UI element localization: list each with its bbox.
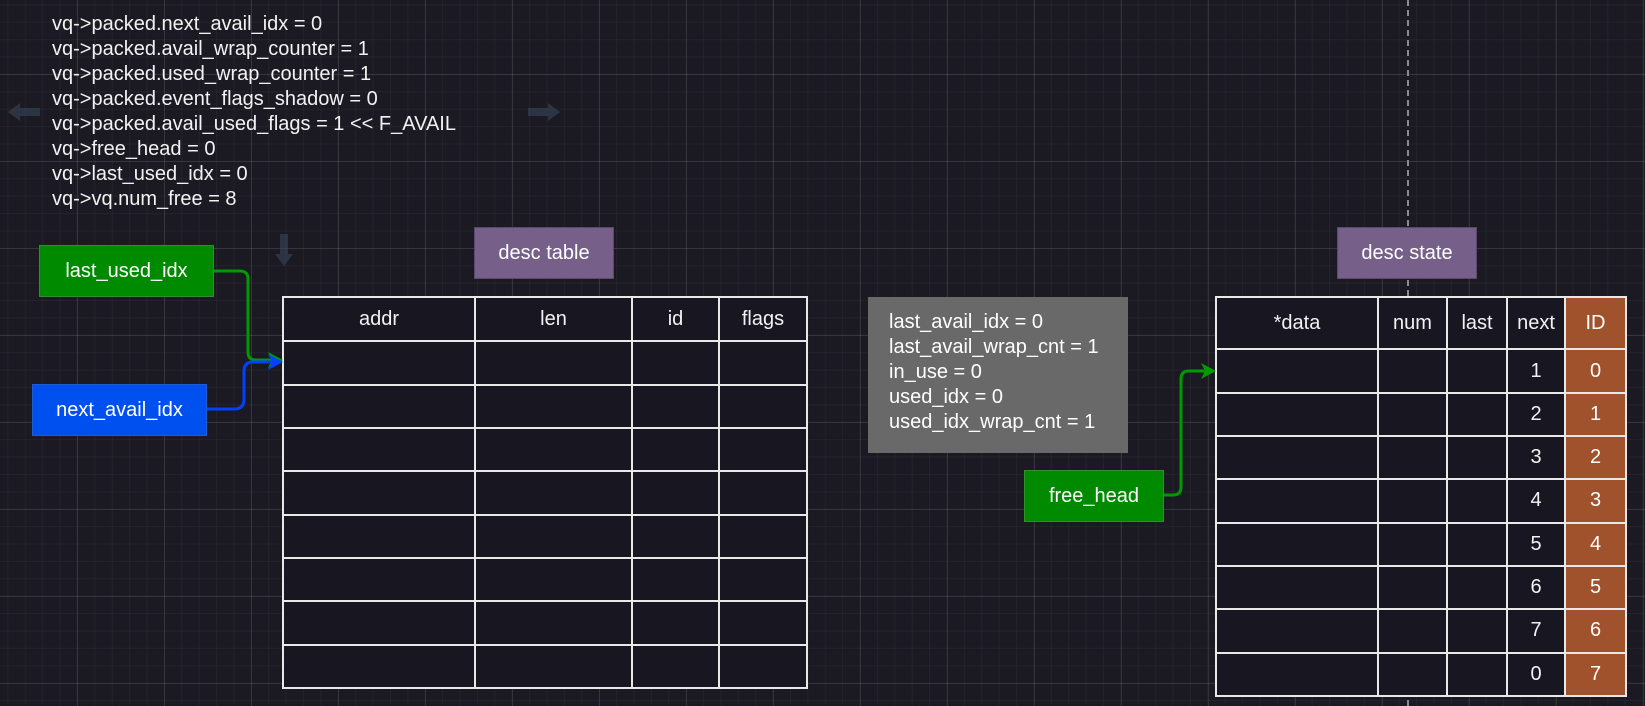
next-avail-idx-connector <box>207 360 274 411</box>
last-used-idx-connector <box>214 269 274 362</box>
free-head-connector <box>1164 369 1207 497</box>
connector-arrows <box>207 269 1216 497</box>
